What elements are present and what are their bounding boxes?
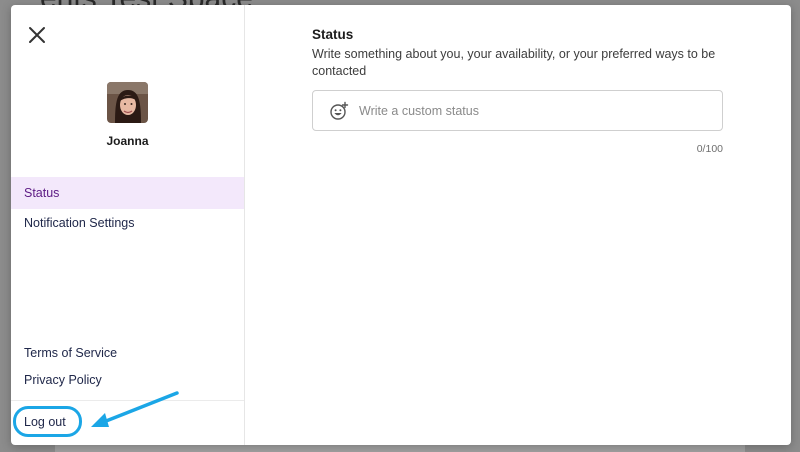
terms-of-service-link[interactable]: Terms of Service — [24, 346, 117, 360]
annotation-arrow-icon — [91, 391, 179, 427]
privacy-policy-link[interactable]: Privacy Policy — [24, 373, 102, 387]
nav-item-notification-settings[interactable]: Notification Settings — [11, 207, 244, 239]
avatar — [107, 82, 148, 123]
nav-item-label: Notification Settings — [24, 216, 135, 230]
custom-status-field[interactable] — [312, 90, 723, 131]
emoji-add-icon[interactable] — [329, 101, 349, 121]
character-count: 0/100 — [696, 143, 723, 155]
close-icon — [29, 27, 45, 43]
status-panel: Status Write something about you, your a… — [245, 5, 791, 445]
logout-link[interactable]: Log out — [24, 415, 66, 429]
footer-divider — [11, 400, 244, 401]
nav-item-status[interactable]: Status — [11, 177, 244, 209]
status-heading: Status — [312, 27, 354, 42]
profile-modal: Joanna Status Notification Settings Term… — [11, 5, 791, 445]
status-description: Write something about you, your availabi… — [312, 47, 716, 78]
nav-item-label: Status — [24, 186, 60, 200]
close-button[interactable] — [25, 23, 49, 47]
user-name: Joanna — [106, 134, 149, 148]
modal-sidebar: Joanna Status Notification Settings Term… — [11, 5, 245, 445]
custom-status-input[interactable] — [359, 103, 699, 118]
